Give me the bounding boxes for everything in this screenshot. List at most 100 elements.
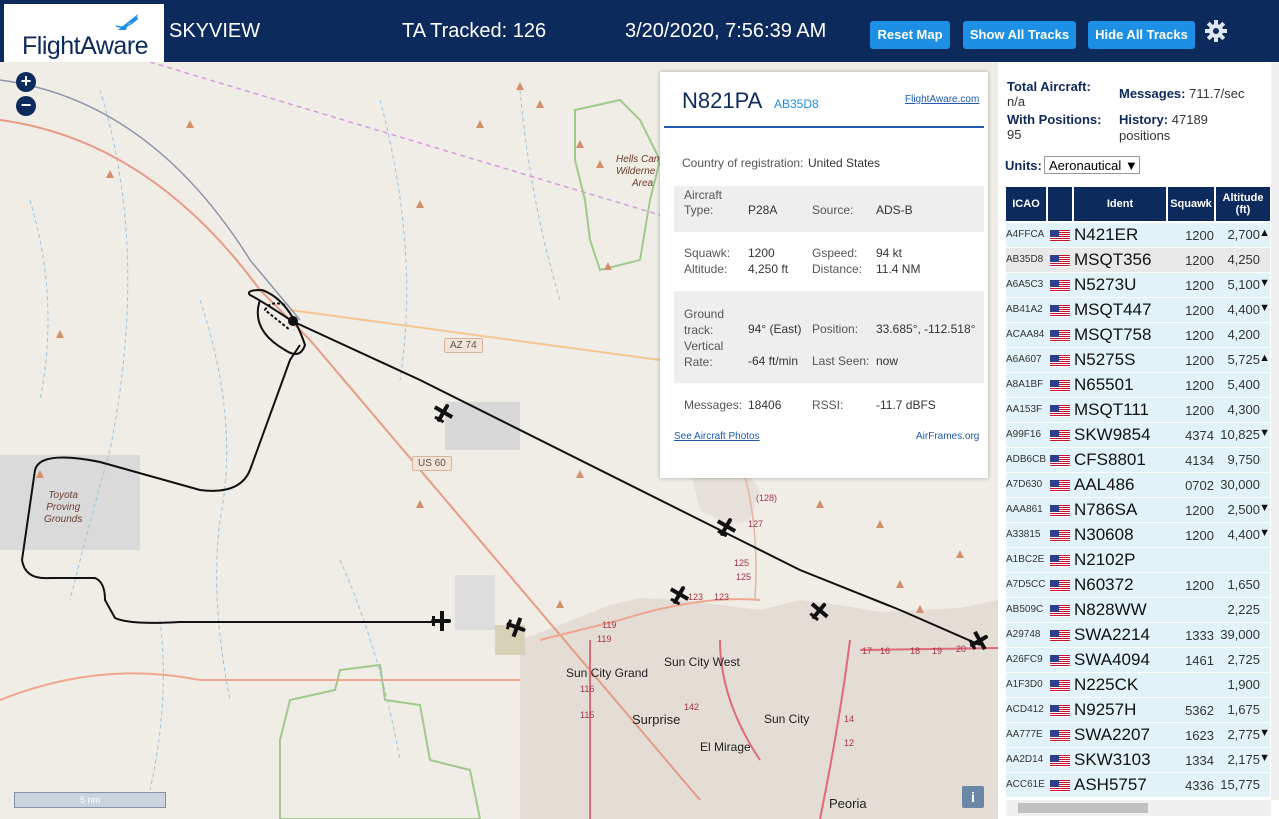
row-ident: N60372 <box>1074 575 1134 594</box>
zoom-out-button[interactable]: − <box>16 96 36 116</box>
row-altitude: 1,900 <box>1227 677 1260 692</box>
col-header-icao[interactable]: ICAO <box>1006 187 1046 221</box>
city-label: Sun City Grand <box>566 666 649 680</box>
row-ident: AAL486 <box>1074 475 1135 494</box>
table-row[interactable]: A4FFCA N421ER 1200 2,700 ▲ <box>1006 223 1270 248</box>
aircraft-icon[interactable] <box>668 584 690 606</box>
horizontal-scrollbar[interactable] <box>1006 800 1271 816</box>
aircraft-icon[interactable] <box>432 402 454 424</box>
us60-shield: US 60 <box>412 456 452 471</box>
table-row[interactable]: AA153F MSQT111 1200 4,300 <box>1006 398 1270 423</box>
table-row[interactable]: AB35D8 MSQT356 1200 4,250 <box>1006 248 1270 273</box>
table-row[interactable]: A1F3D0 N225CK 1,900 <box>1006 673 1270 698</box>
reset-map-button[interactable]: Reset Map <box>870 21 950 49</box>
aircraft-icon[interactable] <box>808 600 830 622</box>
row-icao: AA153F <box>1006 404 1043 415</box>
park-boundary <box>279 663 482 819</box>
us-flag-icon <box>1050 354 1070 367</box>
horizontal-scroll-thumb[interactable] <box>1018 803 1148 813</box>
show-all-tracks-button[interactable]: Show All Tracks <box>963 21 1076 49</box>
us-flag-icon <box>1050 279 1070 292</box>
us-flag-icon <box>1050 529 1070 542</box>
row-icao: AB35D8 <box>1006 254 1044 265</box>
aircraft-icon[interactable] <box>968 630 990 652</box>
route-number: 123 <box>714 592 730 602</box>
gear-icon[interactable] <box>1204 19 1228 43</box>
table-row[interactable]: AA2D14 SKW3103 1334 2,175 ▼ <box>1006 748 1270 773</box>
table-row[interactable]: AB509C N828WW 2,225 <box>1006 598 1270 623</box>
col-header-flag[interactable] <box>1048 187 1072 221</box>
us-flag-icon <box>1050 404 1070 417</box>
row-squawk: 1200 <box>1185 378 1214 393</box>
aircraft-photos-link[interactable]: See Aircraft Photos <box>674 431 760 442</box>
city-label: Sun City West <box>664 655 740 669</box>
row-ident: SWA4094 <box>1074 650 1150 669</box>
flightaware-logo[interactable]: FlightAware <box>4 4 164 62</box>
units-select[interactable]: Aeronautical ▼ <box>1044 156 1140 174</box>
table-row[interactable]: A1BC2E N2102P <box>1006 548 1270 573</box>
route-number: 123 <box>688 592 704 602</box>
altitude-trend-icon: ▼ <box>1259 727 1270 739</box>
flightaware-link[interactable]: FlightAware.com <box>905 94 979 105</box>
history-stat: History: 47189 <box>1119 112 1208 127</box>
vertical-scrollbar[interactable] <box>1271 62 1279 800</box>
us-flag-icon <box>1050 504 1070 517</box>
table-row[interactable]: A6A607 N5275S 1200 5,725 ▲ <box>1006 348 1270 373</box>
row-altitude: 2,725 <box>1227 652 1260 667</box>
col-header-ident[interactable]: Ident <box>1074 187 1166 221</box>
us-flag-icon <box>1050 329 1070 342</box>
hide-all-tracks-button[interactable]: Hide All Tracks <box>1088 21 1195 49</box>
row-squawk: 1334 <box>1185 753 1214 768</box>
sidebar-panel: Total Aircraft: n/a Messages: 711.7/sec … <box>998 62 1279 819</box>
table-row[interactable]: A7D5CC N60372 1200 1,650 <box>1006 573 1270 598</box>
row-icao: A99F16 <box>1006 429 1042 440</box>
altitude-trend-icon: ▼ <box>1259 502 1270 514</box>
us-flag-icon <box>1050 429 1070 442</box>
col-header-squawk[interactable]: Squawk <box>1168 187 1214 221</box>
row-squawk: 1200 <box>1185 353 1214 368</box>
col-header-altitude[interactable]: Altitude (ft) <box>1216 187 1270 221</box>
row-altitude: 4,250 <box>1227 252 1260 267</box>
aircraft-type-row: Aircraft Type: P28A Source: ADS-B <box>674 186 984 232</box>
row-icao: ACD412 <box>1006 704 1044 715</box>
airframes-link[interactable]: AirFrames.org <box>916 431 979 442</box>
row-squawk: 1200 <box>1185 278 1214 293</box>
table-row[interactable]: A29748 SWA2214 1333 39,000 <box>1006 623 1270 648</box>
table-row[interactable]: AB41A2 MSQT447 1200 4,400 ▼ <box>1006 298 1270 323</box>
table-row[interactable]: AA777E SWA2207 1623 2,775 ▼ <box>1006 723 1270 748</box>
altitude-trend-icon: ▼ <box>1259 752 1270 764</box>
row-altitude: 2,500 <box>1227 502 1260 517</box>
table-row[interactable]: A26FC9 SWA4094 1461 2,725 <box>1006 648 1270 673</box>
row-ident: N30608 <box>1074 525 1134 544</box>
route-number: 20 <box>956 644 967 654</box>
aircraft-icon[interactable] <box>430 610 452 632</box>
route-number: 119 <box>602 620 617 630</box>
map-info-button[interactable]: i <box>962 786 984 808</box>
selected-aircraft-marker[interactable] <box>288 316 298 326</box>
row-icao: A8A1BF <box>1006 379 1044 390</box>
row-altitude: 4,200 <box>1227 327 1260 342</box>
row-ident: N5275S <box>1074 350 1136 369</box>
table-row[interactable]: ACC61E ASH5757 4336 15,775 <box>1006 773 1270 798</box>
table-row[interactable]: A6A5C3 N5273U 1200 5,100 ▼ <box>1006 273 1270 298</box>
popup-icao: AB35D8 <box>774 97 819 111</box>
table-row[interactable]: A33815 N30608 1200 4,400 ▼ <box>1006 523 1270 548</box>
plane-logo-icon <box>116 14 139 30</box>
row-icao: AB509C <box>1006 604 1044 615</box>
aircraft-icon[interactable] <box>715 516 737 538</box>
aircraft-icon[interactable] <box>505 616 527 638</box>
table-row[interactable]: A8A1BF N65501 1200 5,400 <box>1006 373 1270 398</box>
table-row[interactable]: ACAA84 MSQT758 1200 4,200 <box>1006 323 1270 348</box>
table-row[interactable]: ADB6CB CFS8801 4134 9,750 <box>1006 448 1270 473</box>
us-flag-icon <box>1050 729 1070 742</box>
us-flag-icon <box>1050 654 1070 667</box>
us-flag-icon <box>1050 604 1070 617</box>
table-row[interactable]: ACD412 N9257H 5362 1,675 <box>1006 698 1270 723</box>
us-flag-icon <box>1050 779 1070 792</box>
table-row[interactable]: AAA861 N786SA 1200 2,500 ▼ <box>1006 498 1270 523</box>
table-row[interactable]: A99F16 SKW9854 4374 10,825 ▼ <box>1006 423 1270 448</box>
table-row[interactable]: A7D630 AAL486 0702 30,000 <box>1006 473 1270 498</box>
route-number: (128) <box>756 493 778 503</box>
zoom-in-button[interactable]: + <box>16 72 36 92</box>
row-icao: A6A607 <box>1006 354 1042 365</box>
